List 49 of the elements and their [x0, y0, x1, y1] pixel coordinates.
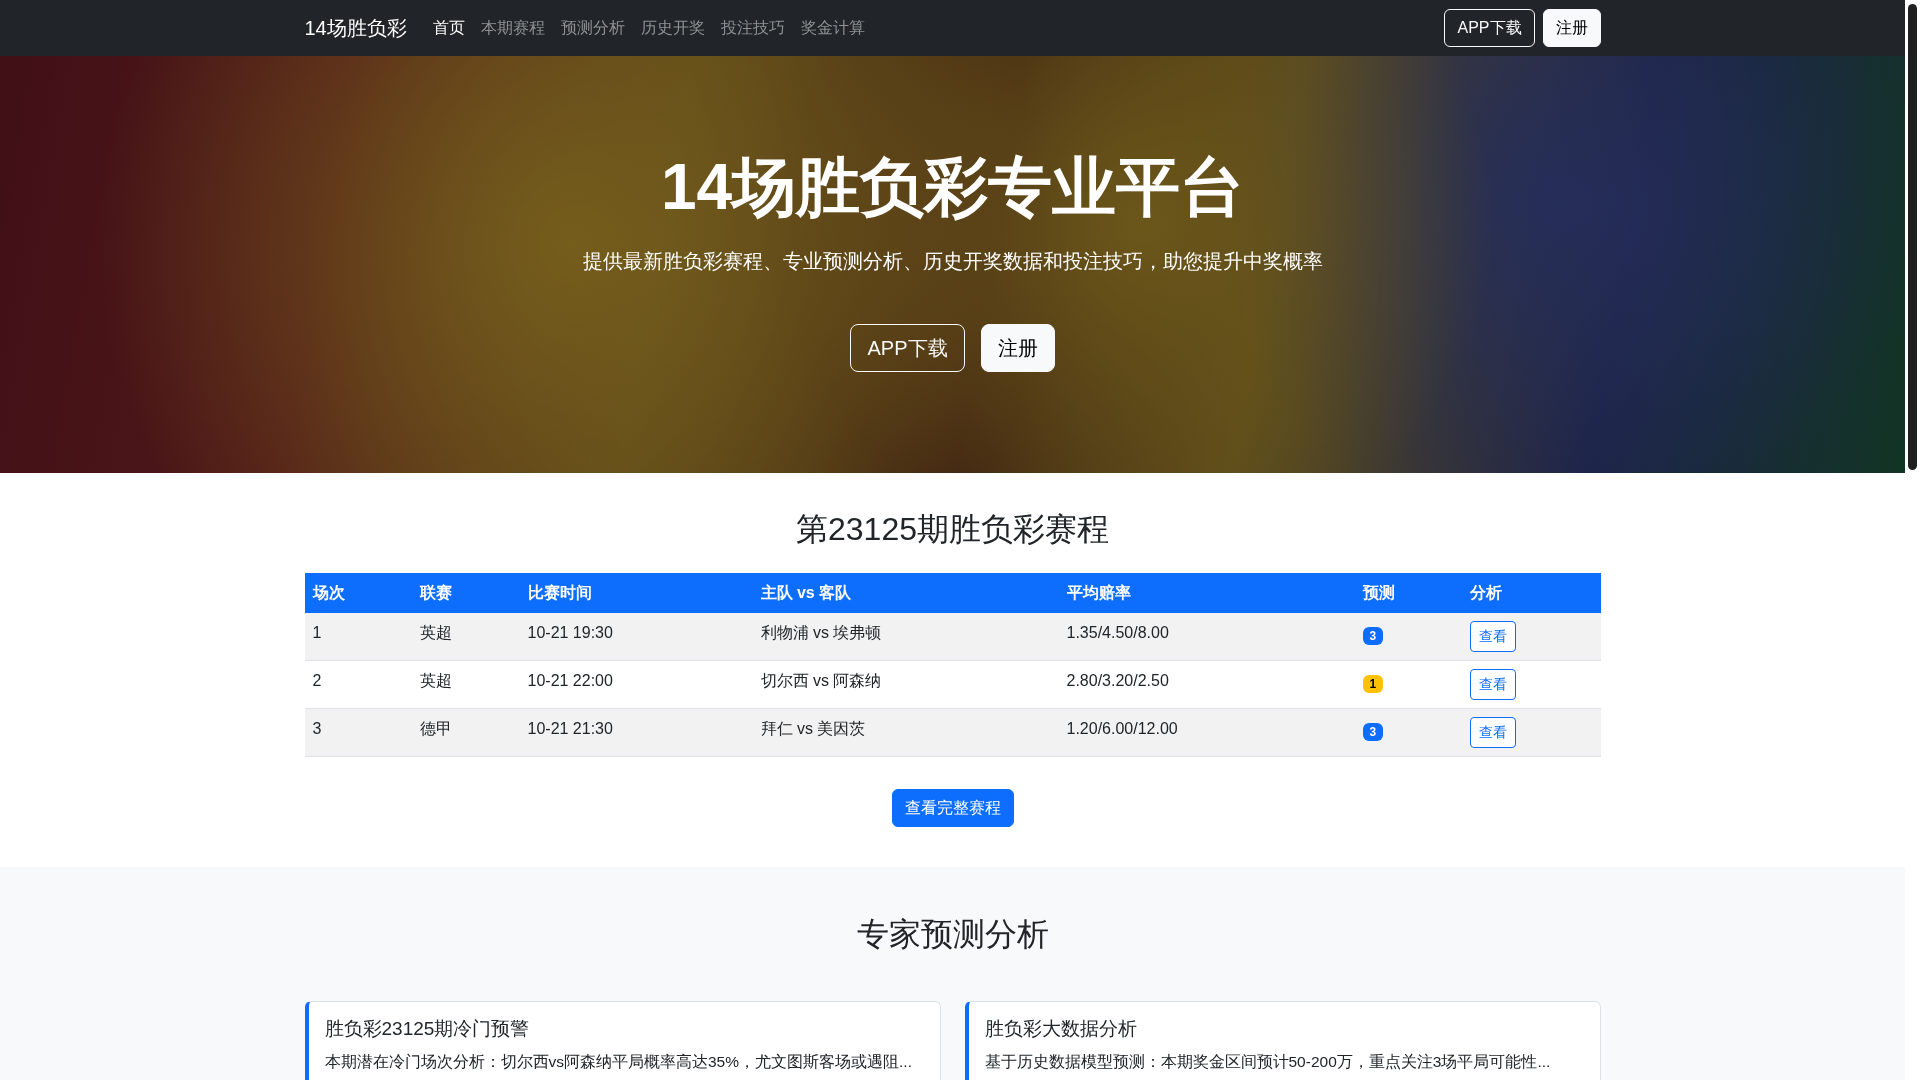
table-cell-text: 利物浦 vs 埃弗顿	[759, 623, 883, 643]
scrollbar-thumb[interactable]	[1908, 4, 1917, 470]
view-button[interactable]: 查看	[1469, 621, 1516, 652]
download-button[interactable]: APP下载	[1444, 9, 1535, 47]
card-text: 基于历史数据模型预测：本期奖金区间预计50-200万，重点关注3场平局可能性...	[984, 1052, 1552, 1072]
nav-link[interactable]: 历史开奖	[632, 16, 713, 40]
hero-subtitle: 提供最新胜负彩赛程、专业预测分析、历史开奖数据和投注技巧，助您提升中奖概率	[581, 249, 1324, 274]
table-cell-text: 1	[311, 623, 323, 643]
register-button[interactable]: 注册	[980, 324, 1055, 372]
section-title: 第23125期胜负彩赛程	[795, 510, 1110, 548]
column-header: 预测	[1361, 583, 1396, 603]
card-title: 胜负彩23125期冷门预警	[324, 1017, 531, 1041]
column-header: 分析	[1468, 583, 1503, 603]
view-button[interactable]: 查看	[1469, 717, 1516, 748]
table-cell-text: 1.35/4.50/8.00	[1065, 623, 1170, 643]
nav-link[interactable]: 奖金计算	[792, 16, 873, 40]
table-cell-text: 1.20/6.00/12.00	[1065, 719, 1179, 739]
table-cell-text: 10-21 22:00	[526, 671, 614, 691]
download-button[interactable]: APP下载	[850, 324, 965, 372]
table-cell-text: 德甲	[418, 719, 453, 739]
nav-link[interactable]: 投注技巧	[712, 16, 793, 40]
section-title: 专家预测分析	[855, 915, 1050, 953]
register-button[interactable]: 注册	[1542, 9, 1601, 47]
nav-link[interactable]: 预测分析	[552, 16, 633, 40]
card-text: 本期潜在冷门场次分析：切尔西vs阿森纳平局概率高达35%，尤文图斯客场或遇阻...	[324, 1052, 913, 1072]
nav-link[interactable]: 本期赛程	[472, 16, 553, 40]
table-cell-text: 拜仁 vs 美因茨	[759, 719, 867, 739]
table-cell-text: 切尔西 vs 阿森纳	[759, 671, 883, 691]
column-header: 场次	[311, 583, 346, 603]
table-cell-text: 10-21 21:30	[526, 719, 614, 739]
column-header: 比赛时间	[526, 583, 593, 603]
prediction-badge: 1	[1362, 675, 1384, 693]
prediction-badge: 3	[1362, 627, 1384, 645]
hero-title: 14场胜负彩专业平台	[659, 150, 1246, 225]
prediction-badge: 3	[1362, 723, 1384, 741]
brand-link[interactable]: 14场胜负彩	[304, 13, 407, 43]
column-header: 联赛	[418, 583, 453, 603]
table-cell-text: 10-21 19:30	[526, 623, 614, 643]
column-header: 主队 vs 客队	[759, 583, 853, 603]
view-button[interactable]: 查看	[1469, 669, 1516, 700]
table-cell-text: 2.80/3.20/2.50	[1065, 671, 1170, 691]
full-schedule-button[interactable]: 查看完整赛程	[891, 789, 1014, 827]
table-cell-text: 2	[311, 671, 323, 691]
nav-link[interactable]: 首页	[424, 16, 473, 40]
table-cell-text: 英超	[418, 671, 453, 691]
table-cell-text: 英超	[418, 623, 453, 643]
column-header: 平均赔率	[1065, 583, 1132, 603]
card-title: 胜负彩大数据分析	[984, 1017, 1138, 1041]
table-cell-text: 3	[311, 719, 323, 739]
